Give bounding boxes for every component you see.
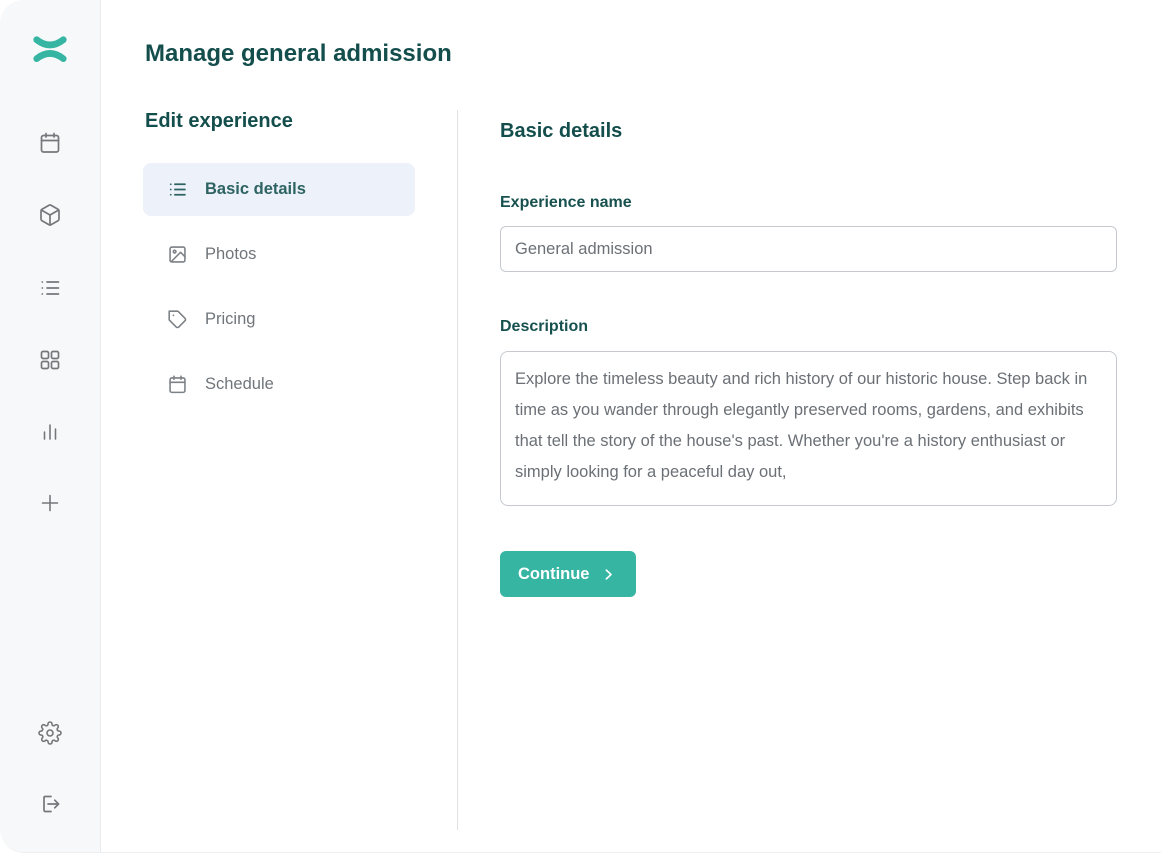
edit-experience-heading: Edit experience: [145, 109, 293, 133]
package-icon[interactable]: [38, 203, 62, 227]
app-window: Manage general admission Edit experience…: [0, 0, 1161, 853]
continue-button-label: Continue: [518, 565, 590, 584]
nav-item-pricing[interactable]: Pricing: [143, 293, 415, 346]
tag-icon: [167, 309, 188, 330]
list-icon[interactable]: [38, 276, 62, 300]
description-textarea[interactable]: Explore the timeless beauty and rich his…: [500, 351, 1117, 506]
bar-chart-icon[interactable]: [38, 420, 62, 444]
nav-item-label: Basic details: [205, 180, 306, 199]
plus-icon[interactable]: [38, 491, 62, 515]
sidebar: [0, 0, 101, 852]
grid-icon[interactable]: [38, 348, 62, 372]
list-icon: [167, 179, 188, 200]
logout-icon[interactable]: [38, 792, 62, 816]
gear-icon[interactable]: [38, 721, 62, 745]
nav-item-label: Photos: [205, 245, 256, 264]
image-icon: [167, 244, 188, 265]
xola-logo-icon[interactable]: [31, 34, 69, 66]
experience-name-label: Experience name: [500, 194, 632, 212]
page-title: Manage general admission: [145, 40, 452, 68]
section-divider: [457, 110, 458, 830]
calendar-icon: [167, 374, 188, 395]
calendar-icon[interactable]: [38, 131, 62, 155]
continue-button[interactable]: Continue: [500, 551, 636, 597]
nav-item-photos[interactable]: Photos: [143, 228, 415, 281]
nav-item-basic-details[interactable]: Basic details: [143, 163, 415, 216]
nav-item-label: Schedule: [205, 375, 274, 394]
nav-item-schedule[interactable]: Schedule: [143, 358, 415, 411]
experience-name-input[interactable]: [500, 226, 1117, 272]
chevron-right-icon: [601, 567, 616, 582]
basic-details-heading: Basic details: [500, 119, 622, 143]
nav-item-label: Pricing: [205, 310, 255, 329]
description-label: Description: [500, 318, 588, 336]
edit-experience-nav: Basic details Photos Pricing: [143, 163, 415, 423]
